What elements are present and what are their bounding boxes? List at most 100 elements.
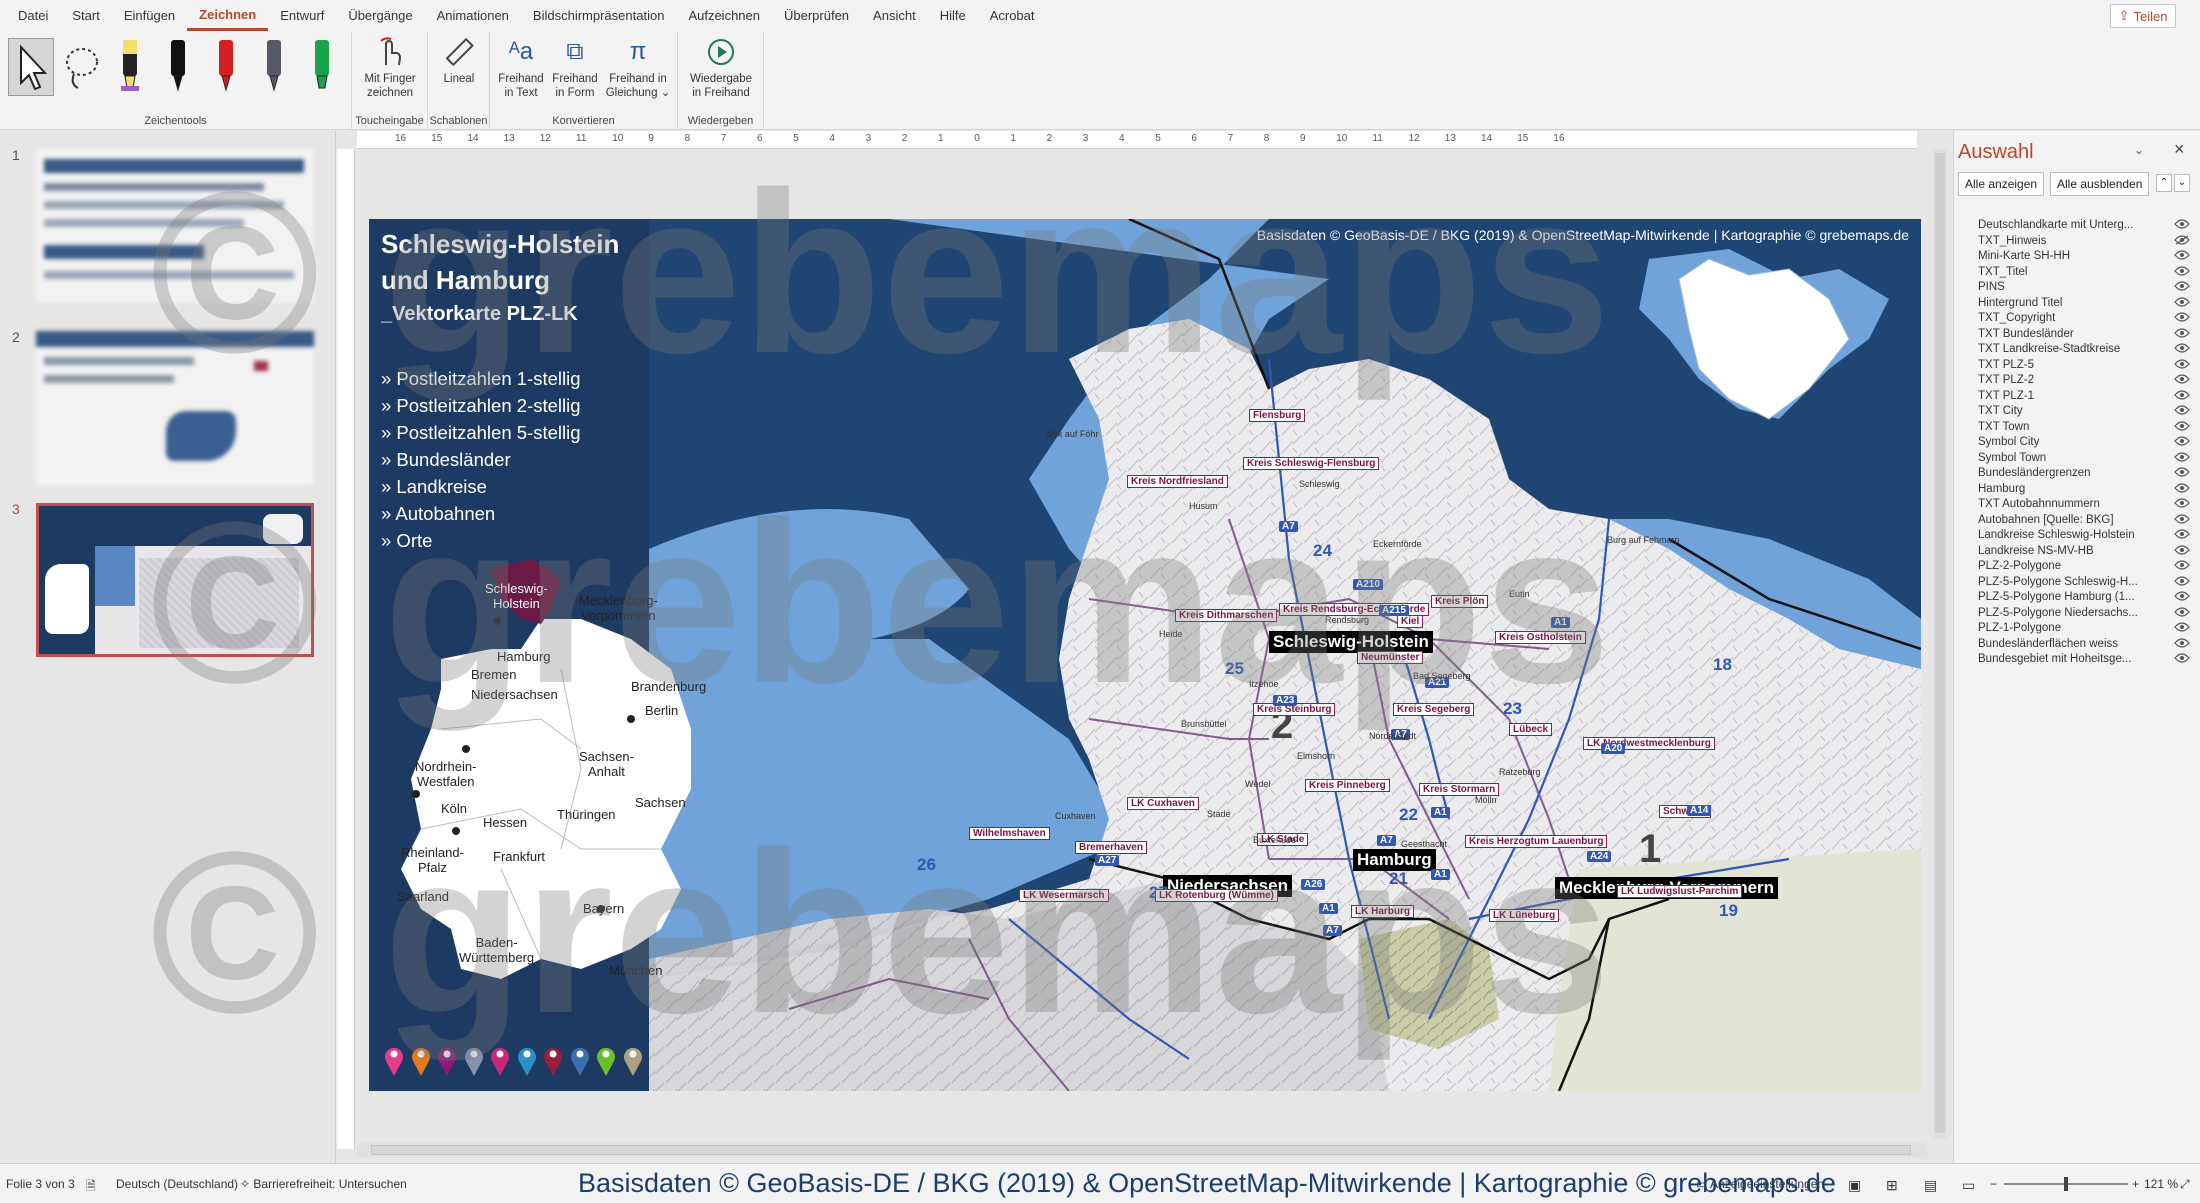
eye-icon[interactable] [2174,327,2190,338]
slide-thumbnail-1[interactable] [36,149,314,303]
eye-icon[interactable] [2174,575,2190,586]
menu-item-7[interactable]: Bildschirmpräsentation [521,0,677,32]
menu-item-0[interactable]: Datei [6,0,60,32]
notes-icon[interactable]: 🗎 [86,1177,96,1198]
eye-hidden-icon[interactable] [2174,234,2190,245]
eye-icon[interactable] [2174,544,2190,555]
pen-icon [171,40,185,92]
horizontal-scrollbar[interactable] [357,1143,1927,1157]
mini-map-label-frankfurt: Frankfurt [493,849,546,864]
ruler-tick-label: 3 [865,133,872,144]
send-backward-icon[interactable]: ⌄ [2174,174,2190,192]
menu-item-12[interactable]: Acrobat [978,0,1047,32]
menu-item-1[interactable]: Start [60,0,111,32]
pen-red-button[interactable] [208,36,244,96]
eye-icon[interactable] [2174,591,2190,601]
autobahn-label: A1 [1431,807,1450,818]
eye-icon[interactable] [2174,606,2190,617]
slide-thumbnail-3-selected[interactable] [36,503,314,657]
eye-icon[interactable] [2174,374,2190,384]
eye-icon[interactable] [2174,529,2190,539]
menu-item-5[interactable]: Übergänge [336,0,424,32]
pen-black-button[interactable] [160,36,196,96]
close-icon[interactable]: × [2174,139,2185,160]
ink-replay-button[interactable]: Wiedergabe in Freihand [682,32,760,100]
menu-item-8[interactable]: Aufzeichnen [676,0,772,32]
highlighter-green-button[interactable] [304,36,340,96]
vertical-scrollbar[interactable] [1933,149,1947,1139]
show-all-button[interactable]: Alle anzeigen [1958,172,2045,196]
fit-slide-icon[interactable]: ⤢ [2180,1177,2190,1192]
reading-view-icon[interactable]: ▤ [1924,1177,1937,1194]
eye-icon[interactable] [2174,343,2190,353]
lasso-tool-button[interactable] [60,38,106,96]
eye-icon[interactable] [2174,389,2190,400]
layer-label: Bundesländerflächen weiss [1978,637,2119,650]
hide-all-button[interactable]: Alle ausblenden [2050,172,2150,196]
eye-icon[interactable] [2174,653,2190,663]
state-label-hh: Hamburg [1353,849,1436,871]
ruler-tick-label: 6 [757,133,763,144]
layer-label: TXT Bundesländer [1978,327,2074,340]
eye-icon[interactable] [2174,498,2190,508]
menu-item-9[interactable]: Überprüfen [772,0,861,32]
slideshow-icon[interactable]: ▭ [1962,1177,1975,1194]
eye-icon[interactable] [2174,405,2190,415]
ruler-tick-label: 16 [395,133,407,144]
layer-item[interactable]: Bundesgebiet mit Hoheitsge... [1978,649,2192,669]
eye-icon[interactable] [2174,281,2190,291]
eye-icon[interactable] [2174,482,2190,493]
ink-to-shape-button[interactable]: ⧉ Freihand in Form [548,32,602,100]
menu-item-4[interactable]: Entwurf [268,0,336,32]
eye-icon[interactable] [2174,296,2190,307]
bring-forward-icon[interactable]: ⌃ [2156,174,2172,192]
select-tool-button[interactable] [8,38,54,96]
share-button[interactable]: ⇪ Teilen [2110,4,2176,28]
eye-icon[interactable] [2174,420,2190,431]
menu-item-2[interactable]: Einfügen [112,0,187,32]
zoom-out-icon[interactable]: − [1990,1177,1997,1191]
ink-to-text-button[interactable]: ᴬa Freihand in Text [494,32,548,100]
eye-icon[interactable] [2174,513,2190,524]
eye-icon[interactable] [2174,622,2190,632]
mini-map-label-bb: Brandenburg [631,679,707,694]
pane-options-icon[interactable]: ⌄ [2134,143,2144,157]
ruler-button[interactable]: Lineal [432,32,486,86]
layer-label: PLZ-5-Polygone Niedersachs... [1978,606,2138,619]
map-pin-icon [623,1047,642,1076]
eye-icon[interactable] [2174,219,2190,229]
eye-icon[interactable] [2174,312,2190,322]
slide-canvas[interactable]: Schleswig-Holstein und Hamburg _Vektorka… [369,219,1921,1091]
ink-to-math-button[interactable]: π Freihand in Gleichung ⌄ [602,32,674,100]
menu-item-3[interactable]: Zeichnen [187,2,269,31]
eye-icon[interactable] [2174,250,2190,260]
eye-icon[interactable] [2174,451,2190,462]
zoom-slider-thumb[interactable] [2064,1177,2068,1191]
eye-icon[interactable] [2174,265,2190,276]
map-pin-icon [491,1047,509,1076]
layer-label: PLZ-1-Polygone [1978,622,2062,634]
mini-map-label-sh: Schleswig- Holstein [485,581,548,611]
menu-item-10[interactable]: Ansicht [861,0,928,32]
eye-icon[interactable] [2174,358,2190,369]
normal-view-icon[interactable]: ▣ [1848,1177,1861,1194]
accessibility-status[interactable]: ✧ Barrierefreiheit: Untersuchen [240,1177,407,1191]
finger-icon [356,32,424,72]
mini-map-label-thue: Thüringen [557,807,616,822]
language-status[interactable]: Deutsch (Deutschland) [116,1177,238,1191]
zoom-level[interactable]: 121 % [2144,1177,2178,1191]
menu-item-11[interactable]: Hilfe [928,0,978,32]
eye-icon[interactable] [2174,560,2190,570]
pencil-grey-button[interactable] [256,36,292,96]
eye-icon[interactable] [2174,436,2190,446]
highlighter-yellow-button[interactable] [112,36,148,96]
slide-thumbnail-2[interactable] [36,331,314,485]
ruler-tick-label: 9 [1300,133,1306,144]
eye-icon[interactable] [2174,467,2190,477]
draw-with-finger-button[interactable]: Mit Finger zeichnen [356,32,424,100]
zoom-slider[interactable] [2004,1177,2128,1191]
menu-item-6[interactable]: Animationen [425,0,521,32]
slide-sorter-icon[interactable]: ⊞ [1886,1177,1898,1194]
eye-icon[interactable] [2174,637,2190,648]
zoom-in-icon[interactable]: + [2132,1177,2139,1191]
